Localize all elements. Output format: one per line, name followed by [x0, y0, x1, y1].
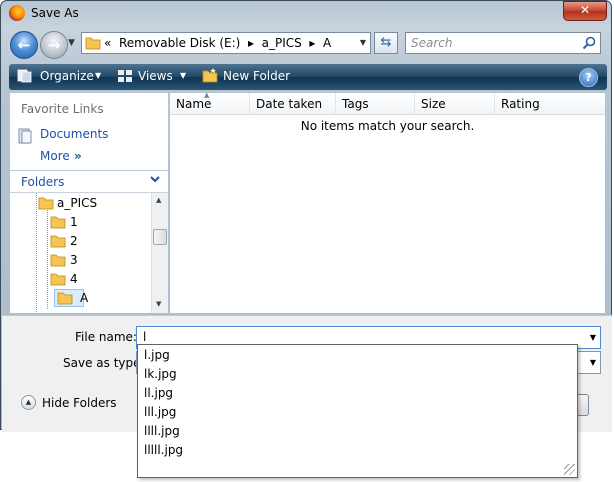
file-name-label: File name:	[75, 330, 137, 344]
tree-item-label: 2	[70, 234, 78, 248]
back-button[interactable]: ←	[10, 31, 38, 59]
search-icon[interactable]	[582, 36, 596, 50]
file-list[interactable]: Name ▲ Date taken Tags Size Rating No it…	[170, 91, 605, 313]
tree-connector	[47, 210, 48, 310]
folder-icon	[50, 254, 66, 267]
folder-tree: a_PICS 1 2 3 4 A	[10, 193, 151, 313]
folder-icon	[57, 292, 73, 305]
column-header-size[interactable]: Size	[415, 93, 495, 114]
more-chevrons-icon[interactable]: »	[74, 149, 82, 163]
folder-icon	[50, 235, 66, 248]
new-folder-icon	[202, 68, 218, 83]
scroll-down-icon[interactable]: ▼	[156, 300, 161, 308]
search-input[interactable]: Search	[405, 32, 601, 54]
tree-item-label: A	[80, 291, 89, 305]
sort-ascending-icon: ▲	[204, 91, 210, 99]
column-header-rating[interactable]: Rating	[495, 93, 605, 114]
autocomplete-item[interactable]: llll.jpg	[144, 424, 180, 438]
documents-icon[interactable]	[17, 128, 33, 144]
folder-icon	[38, 197, 54, 210]
tree-item-label: 4	[70, 272, 78, 286]
forward-button[interactable]: →	[40, 31, 68, 59]
title-bar[interactable]: Save As ✕	[1, 1, 613, 27]
navigation-pane: Favorite Links Documents More » Folders …	[10, 93, 168, 313]
scroll-up-icon[interactable]: ▲	[156, 196, 161, 204]
autocomplete-item[interactable]: lllll.jpg	[144, 443, 183, 457]
autocomplete-item[interactable]: lk.jpg	[144, 367, 177, 381]
folder-icon	[85, 37, 101, 50]
window-title: Save As	[31, 6, 79, 20]
tree-scrollbar[interactable]: ▲ ▼	[151, 193, 168, 313]
firefox-icon	[9, 5, 25, 21]
search-placeholder: Search	[411, 36, 453, 50]
autocomplete-item[interactable]: ll.jpg	[144, 386, 173, 400]
chevron-down-icon[interactable]: ▼	[180, 71, 186, 80]
chevron-down-icon[interactable]: ▼	[356, 33, 370, 53]
organize-icon	[17, 69, 32, 83]
history-dropdown-icon[interactable]: ▼	[68, 38, 75, 48]
resize-grip-icon[interactable]	[564, 464, 575, 475]
divider	[10, 170, 168, 171]
chevron-down-icon[interactable]: ▼	[586, 352, 600, 373]
column-header-name[interactable]: Name ▲	[170, 91, 250, 114]
favorite-links-header: Favorite Links	[21, 102, 104, 116]
save-button[interactable]	[577, 394, 589, 416]
empty-message: No items match your search.	[300, 119, 475, 133]
hide-folders-icon[interactable]: ▲	[21, 395, 36, 410]
refresh-icon[interactable]: ⇆	[374, 32, 398, 54]
views-icon	[118, 70, 132, 82]
column-header-row: Name ▲ Date taken Tags Size Rating	[170, 91, 605, 115]
chevron-down-icon[interactable]: ▼	[95, 71, 101, 80]
tree-connector	[36, 193, 37, 313]
address-path[interactable]: « Removable Disk (E:) ▸ a_PICS ▸ A	[104, 36, 331, 50]
command-toolbar: Organize ▼ Views ▼ New Folder ?	[9, 64, 607, 90]
folder-icon	[50, 273, 66, 286]
close-button[interactable]: ✕	[563, 1, 607, 21]
scroll-thumb[interactable]	[153, 229, 167, 245]
column-header-date-taken[interactable]: Date taken	[250, 93, 336, 114]
new-folder-button[interactable]: New Folder	[223, 69, 290, 83]
autocomplete-item[interactable]: l.jpg	[144, 348, 170, 362]
folders-header[interactable]: Folders	[21, 175, 64, 189]
help-icon[interactable]: ?	[579, 68, 598, 87]
more-link[interactable]: More	[40, 149, 70, 163]
column-header-label: Name	[176, 97, 212, 111]
address-bar[interactable]: « Removable Disk (E:) ▸ a_PICS ▸ A ▼	[81, 32, 371, 54]
tree-item-label: a_PICS	[57, 196, 98, 210]
chevron-down-icon[interactable]: ▼	[586, 327, 600, 348]
autocomplete-list: l.jpg lk.jpg ll.jpg lll.jpg llll.jpg lll…	[137, 344, 578, 478]
views-button[interactable]: Views	[138, 69, 173, 83]
save-as-type-label: Save as type:	[63, 356, 145, 370]
favorite-link-documents[interactable]: Documents	[40, 127, 108, 141]
autocomplete-item[interactable]: lll.jpg	[144, 405, 176, 419]
chevron-down-icon[interactable]	[149, 173, 161, 185]
file-name-value[interactable]: l	[143, 330, 146, 344]
column-header-tags[interactable]: Tags	[336, 93, 415, 114]
tree-item-label: 3	[70, 253, 78, 267]
tree-item-label: 1	[70, 215, 78, 229]
hide-folders-button[interactable]: Hide Folders	[42, 396, 117, 410]
folder-icon	[50, 216, 66, 229]
organize-button[interactable]: Organize	[40, 69, 94, 83]
